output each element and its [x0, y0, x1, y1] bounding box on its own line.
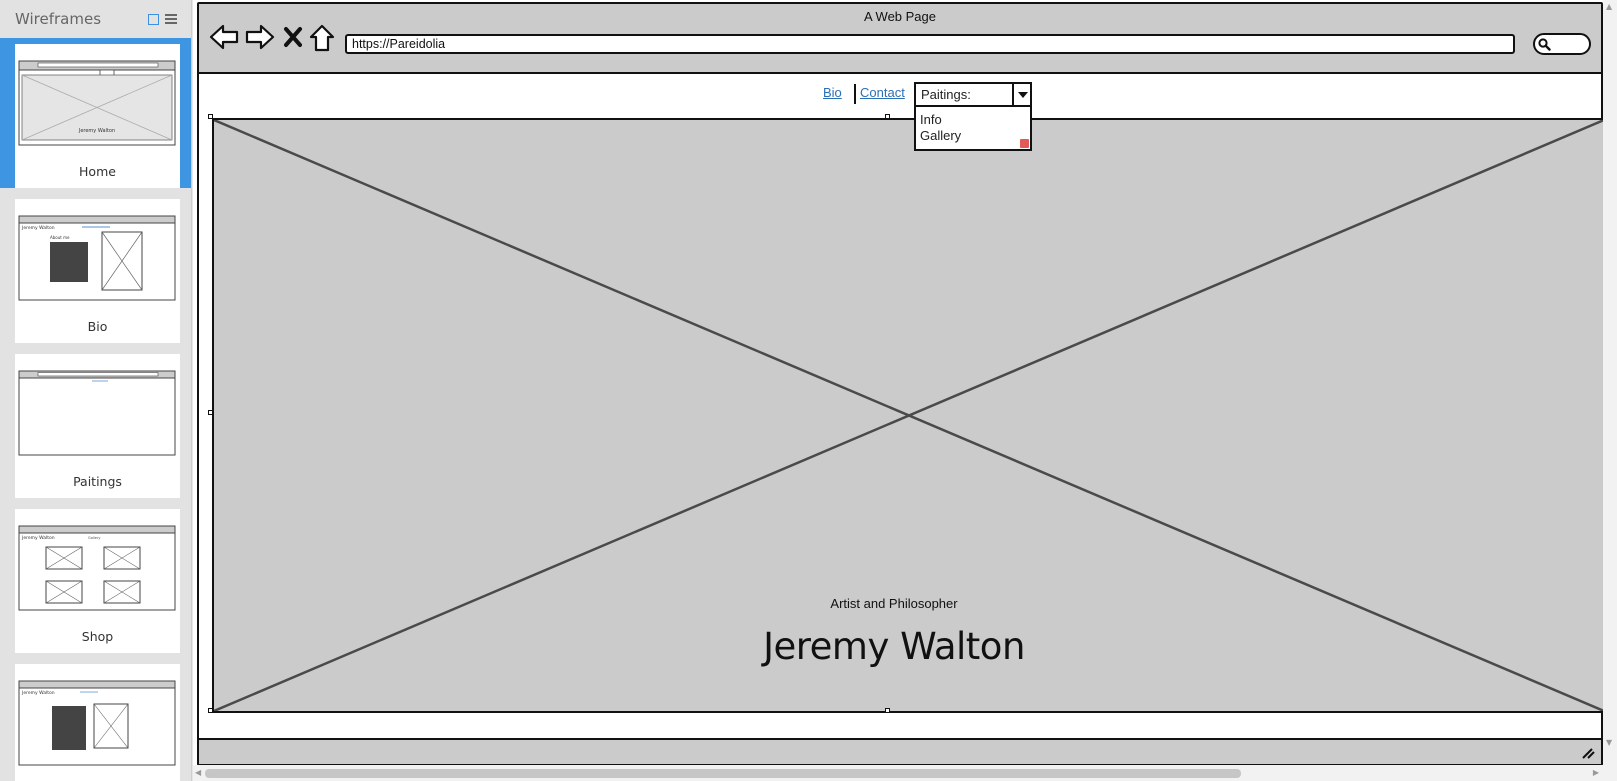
svg-text:Jeremy Walton: Jeremy Walton: [78, 128, 115, 134]
address-bar[interactable]: https://Pareidolia: [345, 34, 1515, 54]
thumbnail-view-icon[interactable]: [148, 13, 159, 25]
resize-handle[interactable]: [208, 410, 213, 415]
page-thumbnail-card: Jeremy Walton Gallery Shop: [15, 509, 180, 653]
page-thumbnail-shop: Jeremy Walton Gallery: [18, 525, 176, 611]
design-canvas[interactable]: A Web Page https://Pareidolia Bio Contac…: [193, 0, 1617, 781]
page-thumbnail-bio: Jeremy Walton About me: [18, 215, 176, 301]
horizontal-scrollbar[interactable]: ◀ ▶: [193, 765, 1617, 781]
page-thumbnail-home: Jeremy Walton: [18, 60, 176, 146]
paintings-dropdown-list: Info Gallery: [914, 107, 1032, 151]
paintings-combobox[interactable]: Paitings:: [914, 82, 1032, 107]
resize-handle[interactable]: [208, 114, 213, 119]
combobox-value: Paitings:: [921, 87, 971, 102]
page-thumbnail-paitings: [18, 370, 176, 456]
dropdown-option-gallery[interactable]: Gallery: [920, 128, 1026, 144]
page-thumbnail-card: Jeremy Walton Home: [15, 44, 180, 188]
page-label: Bio: [87, 319, 108, 334]
view-toggle-group: [148, 13, 177, 25]
wireframes-panel: Wireframes Jeremy Walton Home Jeremy Wal…: [0, 0, 192, 781]
panel-title: Wireframes: [15, 10, 102, 28]
menu-divider: [854, 84, 856, 104]
page-item-home[interactable]: Jeremy Walton Home: [0, 38, 191, 188]
scroll-right-icon[interactable]: ▶: [1593, 768, 1599, 777]
svg-text:Gallery: Gallery: [88, 536, 100, 540]
scroll-down-icon[interactable]: ▼: [1606, 738, 1612, 747]
scroll-left-icon[interactable]: ◀: [195, 768, 201, 777]
list-view-icon[interactable]: [165, 14, 177, 24]
vertical-scrollbar[interactable]: ▲ ▼: [1603, 0, 1617, 765]
page-item-paitings[interactable]: Paitings: [0, 348, 191, 498]
hero-image-placeholder[interactable]: Artist and Philosopher Jeremy Walton: [212, 118, 1606, 713]
browser-search-field[interactable]: [1533, 33, 1591, 55]
resize-handle[interactable]: [885, 114, 890, 119]
svg-text:Jeremy Walton: Jeremy Walton: [21, 690, 55, 696]
contact-link[interactable]: Contact: [860, 85, 905, 100]
resize-handle[interactable]: [208, 708, 213, 713]
url-text: https://Pareidolia: [352, 37, 446, 51]
resize-handle[interactable]: [885, 708, 890, 713]
resize-grip-icon[interactable]: [1581, 747, 1595, 759]
svg-text:Jeremy Walton: Jeremy Walton: [21, 225, 55, 231]
page-thumbnail-card: Jeremy Walton: [15, 664, 180, 781]
stop-icon[interactable]: [283, 26, 303, 48]
page-label: Paitings: [73, 474, 122, 489]
dropdown-option-info[interactable]: Info: [920, 112, 1026, 128]
bio-link[interactable]: Bio: [823, 85, 842, 100]
window-title: A Web Page: [863, 9, 937, 24]
page-thumbnail-contact: Jeremy Walton: [18, 680, 176, 766]
hero-tagline: Artist and Philosopher: [830, 596, 958, 611]
forward-arrow-icon[interactable]: [245, 24, 275, 50]
page-item-contact[interactable]: Jeremy Walton: [0, 658, 191, 781]
back-arrow-icon[interactable]: [209, 24, 239, 50]
page-label: Shop: [81, 629, 114, 644]
page-label: Home: [79, 164, 116, 179]
svg-text:About me: About me: [50, 235, 70, 240]
close-icon[interactable]: [1020, 139, 1029, 148]
page-thumbnail-card: Paitings: [15, 354, 180, 498]
scroll-up-icon[interactable]: ▲: [1606, 2, 1612, 11]
chevron-down-icon[interactable]: [1012, 82, 1032, 107]
browser-status-bar: [199, 738, 1601, 764]
page-item-shop[interactable]: Jeremy Walton Gallery Shop: [0, 503, 191, 653]
page-thumbnail-card: Jeremy Walton About me Bio: [15, 199, 180, 343]
browser-window-mockup[interactable]: A Web Page https://Pareidolia Bio Contac…: [197, 2, 1606, 766]
search-icon: [1538, 38, 1551, 51]
page-item-bio[interactable]: Jeremy Walton About me Bio: [0, 193, 191, 343]
home-icon[interactable]: [309, 24, 335, 52]
placeholder-cross-lines: [214, 120, 1604, 711]
horizontal-scroll-thumb[interactable]: [205, 769, 1241, 778]
panel-header: Wireframes: [0, 0, 191, 38]
browser-title-bar: A Web Page https://Pareidolia: [199, 4, 1601, 74]
hero-title: Jeremy Walton: [763, 625, 1025, 668]
svg-text:Jeremy Walton: Jeremy Walton: [21, 535, 55, 541]
